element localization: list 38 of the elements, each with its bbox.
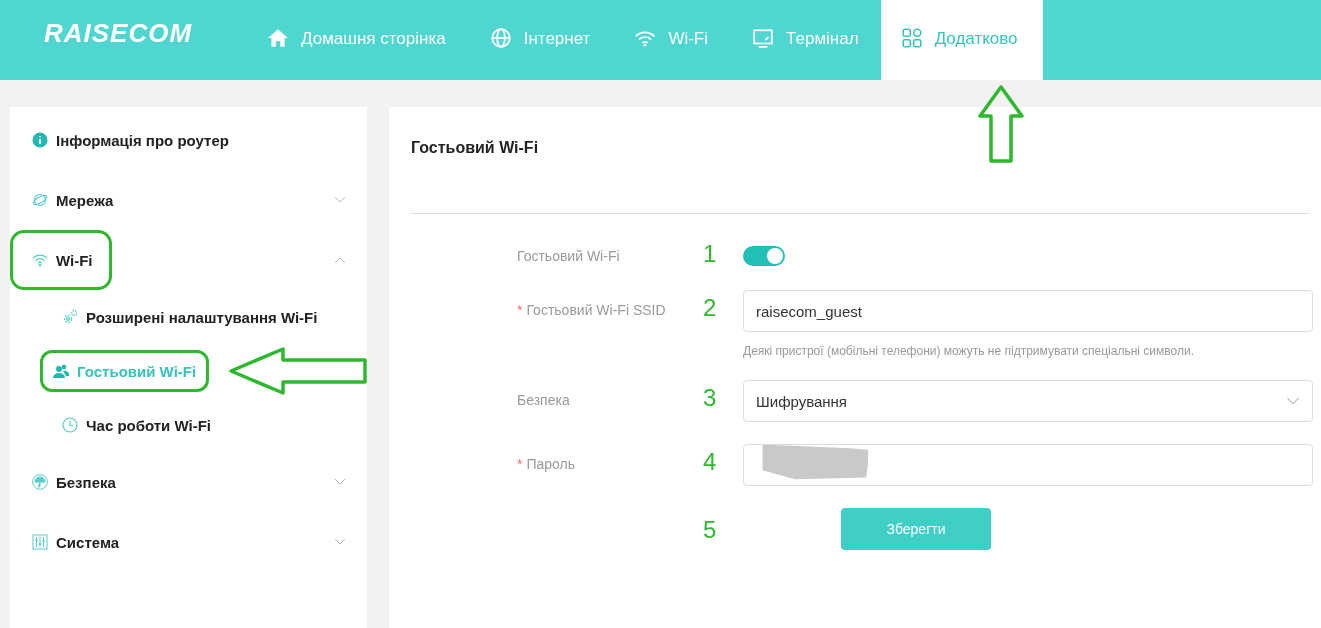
- select-field[interactable]: Шифрування: [743, 380, 1313, 422]
- sidebar-item[interactable]: Система: [10, 512, 136, 572]
- sidebar-item[interactable]: Wi-Fi: [10, 230, 112, 290]
- input-field[interactable]: raisecom_guest: [743, 290, 1313, 332]
- users-icon: [53, 363, 69, 379]
- required-mark: *: [517, 302, 523, 318]
- monitor-icon: [752, 27, 775, 49]
- field-hint: Деякі пристрої (мобільні телефони) можуть не підтримувати спеціальні символи.: [743, 344, 1195, 358]
- sidebar-subitem[interactable]: Розширені налаштування Wi-Fi: [52, 298, 328, 336]
- field-label: Гостьовий Wi-Fi: [517, 248, 620, 264]
- info-icon: [32, 132, 48, 148]
- wifi-icon: [32, 252, 48, 268]
- sidebar-item[interactable]: Безпека: [10, 452, 132, 512]
- field-label: Безпека: [517, 392, 570, 408]
- sidebar-item[interactable]: Мережа: [10, 170, 130, 230]
- chevron-down-icon: [1286, 396, 1300, 406]
- grid-icon: [900, 27, 923, 49]
- sidebar-item[interactable]: Інформація про роутер: [10, 110, 245, 170]
- required-mark: *: [517, 456, 523, 472]
- home-icon: [267, 27, 289, 49]
- toggle-switch[interactable]: [743, 246, 785, 266]
- annotation-number: 5: [703, 515, 718, 544]
- annotation-number: 1: [703, 239, 718, 268]
- panel-title: Гостьовий Wi-Fi: [411, 107, 1309, 214]
- sidebar-subitem[interactable]: Час роботи Wi-Fi: [52, 406, 222, 444]
- logo: RAISECOM: [43, 17, 194, 50]
- annotation-number: 3: [703, 383, 718, 412]
- field-label: Пароль: [526, 456, 576, 472]
- field-label: Гостьовий Wi-Fi SSID: [526, 302, 666, 318]
- globe-icon: [489, 27, 512, 49]
- clock-icon: [62, 417, 78, 433]
- password-field[interactable]: [743, 444, 1313, 486]
- gears-icon: [62, 309, 78, 325]
- annotation-number: 4: [703, 447, 718, 476]
- annotation-number: 2: [703, 293, 718, 322]
- sliders-icon: [32, 534, 48, 550]
- umbrella-icon: [32, 474, 48, 490]
- planet-icon: [32, 192, 48, 208]
